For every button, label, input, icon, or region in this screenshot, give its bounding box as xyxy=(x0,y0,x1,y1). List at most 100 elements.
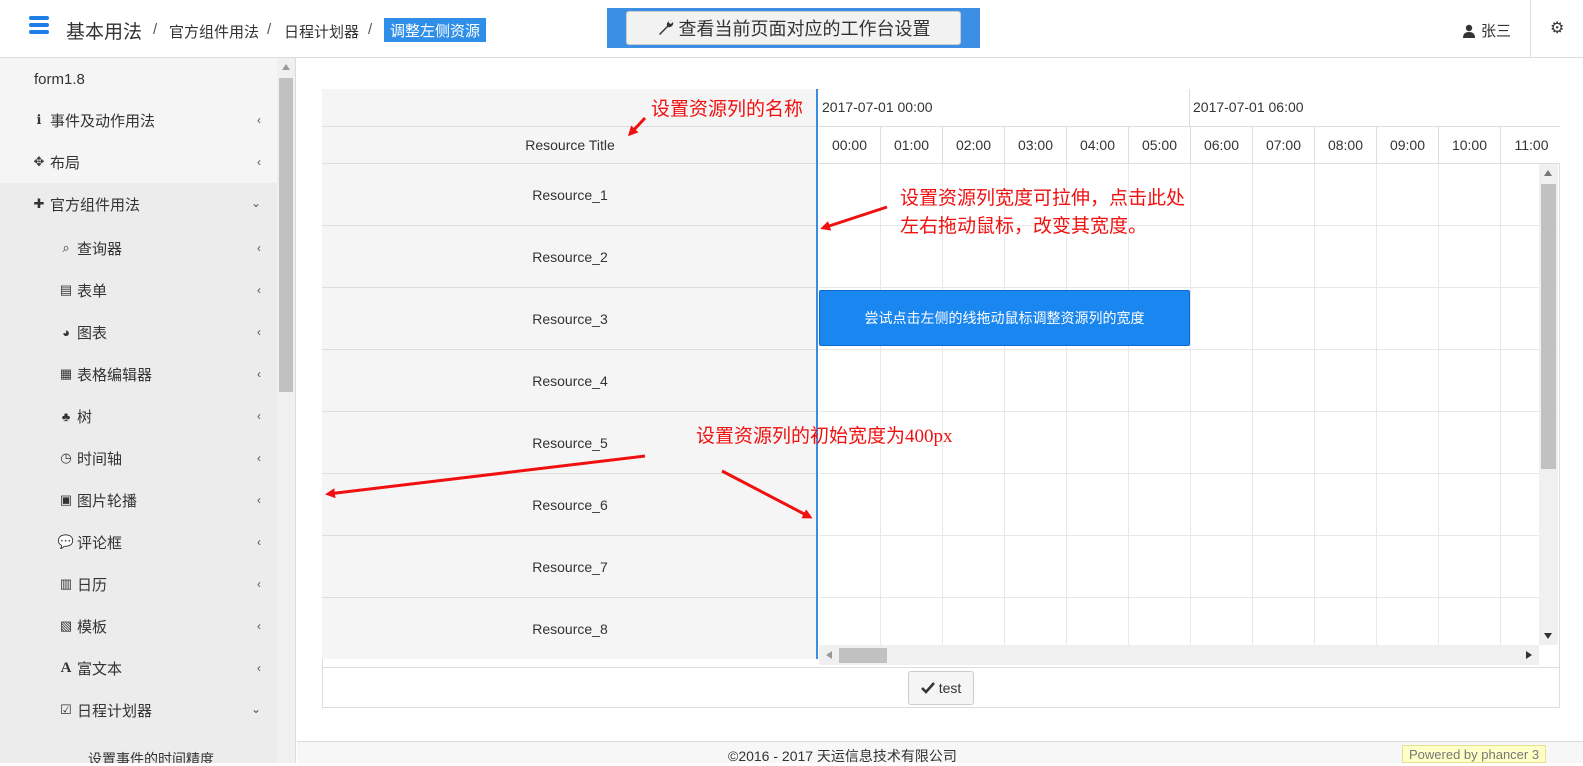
puzzle-icon: ✚ xyxy=(33,196,45,211)
calendar-icon: ▥ xyxy=(59,576,73,591)
hamburger-menu-icon[interactable] xyxy=(29,16,49,36)
resource-row[interactable]: Resource_2 xyxy=(322,226,816,288)
breadcrumb-separator: / xyxy=(153,21,158,38)
sidebar-subitem-comment[interactable]: 💬 评论框 ‹ xyxy=(0,521,277,563)
scroll-right-arrow-icon[interactable] xyxy=(1526,651,1532,659)
sidebar-subitem-scheduler[interactable]: ☑ 日程计划器 ⌄ xyxy=(0,689,277,731)
sidebar-subitem-label: 图表 xyxy=(77,324,108,342)
scroll-down-arrow-icon[interactable] xyxy=(1544,633,1552,639)
timeline-horizontal-scrollbar[interactable] xyxy=(819,645,1539,665)
workbench-settings-button[interactable]: 查看当前页面对应的工作台设置 xyxy=(626,11,961,45)
sidebar-item-events[interactable]: ℹ 事件及动作用法 ‹ xyxy=(0,99,277,141)
scheduler-event[interactable]: 尝试点击左侧的线拖动鼠标调整资源列的宽度 xyxy=(819,290,1190,346)
sidebar-subitem-chart[interactable]: ◕ 图表 ‹ xyxy=(0,311,277,353)
chevron-left-icon: ‹ xyxy=(257,451,261,465)
user-menu[interactable]: 张三 xyxy=(1463,20,1511,41)
chevron-left-icon: ‹ xyxy=(257,241,261,255)
day-header: 2017-07-01 06:00 xyxy=(1190,89,1560,127)
hour-header: 10:00 xyxy=(1439,127,1501,164)
annotation-initial-width: 设置资源列的初始宽度为400px xyxy=(696,426,953,447)
resource-row[interactable]: Resource_8 xyxy=(322,598,816,659)
chevron-left-icon: ‹ xyxy=(257,409,261,423)
grid-row-line xyxy=(819,411,1560,412)
sidebar-subitem-form[interactable]: ▤ 表单 ‹ xyxy=(0,269,277,311)
resource-column[interactable]: Resource Title Resource_1 Resource_2 Res… xyxy=(322,89,818,659)
table-icon: ▦ xyxy=(59,366,73,381)
scrollbar-thumb[interactable] xyxy=(839,648,887,663)
scroll-left-arrow-icon[interactable] xyxy=(826,651,832,659)
resource-row[interactable]: Resource_7 xyxy=(322,536,816,598)
sidebar-subitem-label: 图片轮播 xyxy=(77,492,138,510)
hour-header: 02:00 xyxy=(943,127,1005,164)
chevron-down-icon: ⌄ xyxy=(250,196,261,210)
sidebar-subitem-carousel[interactable]: ▣ 图片轮播 ‹ xyxy=(0,479,277,521)
grid-row-line xyxy=(819,473,1560,474)
workbench-frame: 查看当前页面对应的工作台设置 xyxy=(607,8,980,48)
sitemap-icon: ♣ xyxy=(61,408,71,424)
sidebar: form1.8 ℹ 事件及动作用法 ‹ ✥ 布局 ‹ ✚ 官方组件用法 ⌄ ⌕ 查… xyxy=(0,58,277,763)
sidebar-subitem-label: 评论框 xyxy=(77,534,123,552)
resource-row[interactable]: Resource_3 xyxy=(322,288,816,350)
breadcrumb-active: 调整左侧资源 xyxy=(384,18,487,42)
sidebar-subitem-query[interactable]: ⌕ 查询器 ‹ xyxy=(0,227,277,269)
user-name: 张三 xyxy=(1481,23,1512,40)
sidebar-item-label: 布局 xyxy=(50,154,81,172)
sidebar-subitem-label: 时间轴 xyxy=(77,450,123,468)
sidebar-subitem-label: 查询器 xyxy=(77,240,123,258)
test-button-label: test xyxy=(938,680,962,696)
grid-row-line xyxy=(819,349,1560,350)
image-icon: ▣ xyxy=(59,492,73,507)
sidebar-subitem-table-editor[interactable]: ▦ 表格编辑器 ‹ xyxy=(0,353,277,395)
chevron-left-icon: ‹ xyxy=(257,113,261,127)
sidebar-subitem-timeline[interactable]: ◷ 时间轴 ‹ xyxy=(0,437,277,479)
sidebar-item-layout[interactable]: ✥ 布局 ‹ xyxy=(0,141,277,183)
hour-header: 09:00 xyxy=(1377,127,1439,164)
sidebar-subitem-rich-text[interactable]: A 富文本 ‹ xyxy=(0,647,277,689)
powered-by-badge[interactable]: Powered by phancer 3 xyxy=(1402,745,1547,763)
sidebar-item-label: 事件及动作用法 xyxy=(50,112,156,130)
scrollbar-thumb[interactable] xyxy=(1541,184,1556,469)
sidebar-subitem-label: 模板 xyxy=(77,618,108,636)
version-label: form1.8 xyxy=(34,70,85,88)
search-icon: ⌕ xyxy=(62,240,70,255)
template-icon: ▧ xyxy=(59,618,73,633)
user-icon xyxy=(1463,24,1475,38)
grid-row-line xyxy=(819,535,1560,536)
timeline-vertical-scrollbar[interactable] xyxy=(1539,164,1558,645)
chevron-left-icon: ‹ xyxy=(257,661,261,675)
chevron-left-icon: ‹ xyxy=(257,283,261,297)
gears-icon[interactable]: ⚙ xyxy=(1550,18,1564,38)
scrollbar-thumb[interactable] xyxy=(279,78,293,392)
sidebar-subitem-calendar[interactable]: ▥ 日历 ‹ xyxy=(0,563,277,605)
workbench-label: 查看当前页面对应的工作台设置 xyxy=(678,19,931,39)
chevron-left-icon: ‹ xyxy=(257,325,261,339)
chevron-left-icon: ‹ xyxy=(257,535,261,549)
test-button[interactable]: test xyxy=(908,671,974,705)
brand-title[interactable]: 基本用法 xyxy=(66,17,142,44)
hour-header: 11:00 xyxy=(1501,127,1560,164)
font-icon: A xyxy=(60,659,72,676)
sidebar-scrollbar[interactable] xyxy=(277,58,296,763)
hour-header: 08:00 xyxy=(1315,127,1377,164)
sidebar-subitem-label: 树 xyxy=(77,408,93,426)
chevron-left-icon: ‹ xyxy=(257,577,261,591)
timeline-area[interactable]: 2017-07-01 00:00 2017-07-01 06:00 00:00 … xyxy=(819,89,1560,659)
sidebar-subitem-label: 表格编辑器 xyxy=(77,366,153,384)
scroll-up-arrow-icon[interactable] xyxy=(1544,170,1552,176)
resource-row[interactable]: Resource_4 xyxy=(322,350,816,412)
sidebar-item-official-components[interactable]: ✚ 官方组件用法 ⌄ xyxy=(0,183,277,225)
day-header: 2017-07-01 00:00 xyxy=(819,89,1190,127)
sidebar-subitem-tree[interactable]: ♣ 树 ‹ xyxy=(0,395,277,437)
resource-row[interactable]: Resource_1 xyxy=(322,164,816,226)
breadcrumb-item[interactable]: 官方组件用法 xyxy=(169,21,259,42)
hour-header: 05:00 xyxy=(1129,127,1191,164)
sidebar-subitem-label: 表单 xyxy=(77,282,108,300)
scroll-up-arrow-icon[interactable] xyxy=(282,64,290,70)
resource-title-header: Resource Title xyxy=(322,127,816,164)
grid-row-line xyxy=(819,597,1560,598)
sidebar-subitem-template[interactable]: ▧ 模板 ‹ xyxy=(0,605,277,647)
breadcrumb-item[interactable]: 日程计划器 xyxy=(284,21,359,42)
sidebar-subitem-event-precision[interactable]: 设置事件的时间精度 xyxy=(0,738,277,763)
breadcrumb-separator: / xyxy=(368,21,373,38)
resource-row[interactable]: Resource_6 xyxy=(322,474,816,536)
